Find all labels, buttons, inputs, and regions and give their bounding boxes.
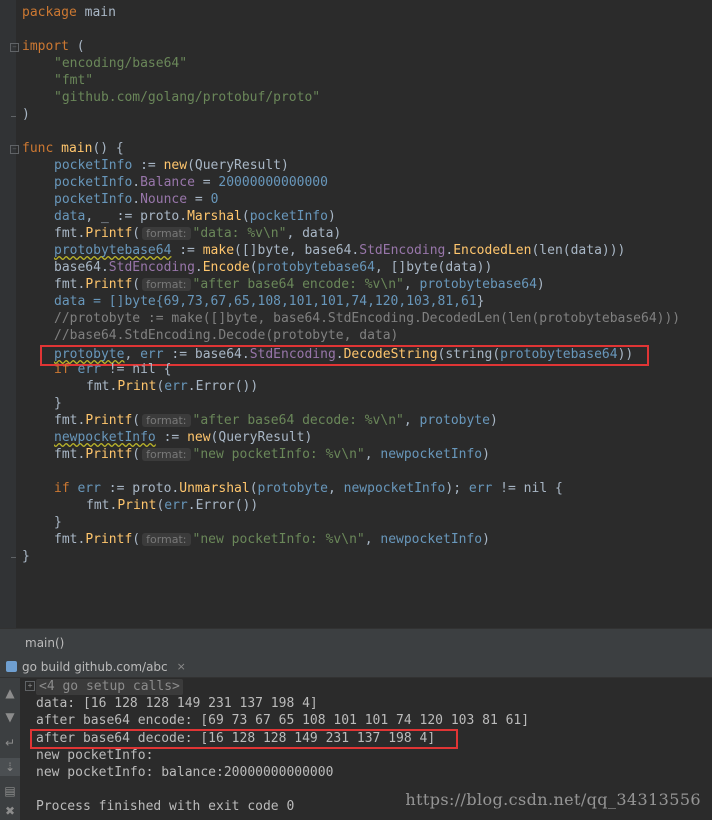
code-line: if err != nil {: [54, 362, 172, 377]
code-line: fmt.Printf(format: "data: %v\n", data): [54, 226, 342, 241]
watermark: https://blog.csdn.net/qq_34313556: [405, 790, 701, 809]
code-line: ): [22, 107, 30, 122]
go-run-icon: [6, 661, 17, 672]
parameter-hint: format:: [142, 278, 191, 291]
console-line: Process finished with exit code 0: [36, 799, 295, 814]
code-line: //protobyte := make([]byte, base64.StdEn…: [54, 311, 681, 326]
code-line: data, _ := proto.Marshal(pocketInfo): [54, 209, 336, 224]
parameter-hint: format:: [142, 448, 191, 461]
code-line: pocketInfo := new(QueryResult): [54, 158, 289, 173]
code-line: //base64.StdEncoding.Decode(protobyte, d…: [54, 328, 399, 343]
clear-icon[interactable]: ✖: [0, 802, 20, 820]
code-line: pocketInfo.Balance = 20000000000000: [54, 175, 328, 190]
code-line: package main: [22, 5, 116, 20]
run-tab[interactable]: go build github.com/abc ×: [0, 656, 192, 677]
expand-icon[interactable]: +: [25, 681, 35, 691]
code-line: import (: [22, 39, 85, 54]
code-line: }: [22, 549, 30, 564]
scroll-to-end-icon[interactable]: ⇣: [0, 758, 20, 776]
arrow-up-icon[interactable]: ▲: [0, 684, 20, 702]
code-line: fmt.Printf(format: "new pocketInfo: %v\n"…: [54, 532, 490, 547]
console-line: after base64 encode: [69 73 67 65 108 10…: [36, 713, 530, 728]
code-line: fmt.Printf(format: "new pocketInfo: %v\n"…: [54, 447, 490, 462]
parameter-hint: format:: [142, 227, 191, 240]
fold-marker-icon[interactable]: −: [10, 43, 19, 52]
code-line: "encoding/base64": [54, 56, 188, 71]
code-line: if err := proto.Unmarshal(protobyte, new…: [54, 481, 563, 496]
print-icon[interactable]: ▤: [0, 782, 20, 800]
code-line: }: [54, 396, 62, 411]
code-line: fmt.Print(err.Error()): [86, 379, 259, 394]
code-line: fmt.Printf(format: "after base64 decode: …: [54, 413, 498, 428]
fold-end-icon[interactable]: [11, 116, 16, 117]
arrow-down-icon[interactable]: ▼: [0, 708, 20, 726]
parameter-hint: format:: [142, 533, 191, 546]
breadcrumb-bar: main(): [0, 628, 712, 656]
parameter-hint: format:: [142, 414, 191, 427]
console-line: new pocketInfo:: [36, 748, 154, 763]
breadcrumb[interactable]: main(): [25, 636, 64, 650]
soft-wrap-icon[interactable]: ↵: [0, 734, 20, 752]
run-tab-label: go build github.com/abc: [22, 659, 168, 674]
code-line: pocketInfo.Nounce = 0: [54, 192, 219, 207]
code-line: base64.StdEncoding.Encode(protobytebase6…: [54, 260, 493, 275]
code-line: data = []byte{69,73,67,65,108,101,101,74…: [54, 294, 485, 309]
highlight-box-output: [30, 729, 458, 749]
code-line: }: [54, 515, 62, 530]
code-line: "fmt": [54, 73, 94, 88]
close-icon[interactable]: ×: [177, 660, 186, 673]
code-line: fmt.Print(err.Error()): [86, 498, 259, 513]
code-line: "github.com/golang/protobuf/proto": [54, 90, 321, 105]
run-panel-header: go build github.com/abc ×: [0, 656, 712, 678]
run-toolbar: ▲ ▼ ↵ ⇣ ▤ ✖: [0, 678, 20, 820]
code-line: func main() {: [22, 141, 124, 156]
code-line: protobytebase64 := make([]byte, base64.S…: [54, 243, 626, 258]
setup-calls-fold[interactable]: <4 go setup calls>: [36, 679, 183, 695]
console-line: data: [16 128 128 149 231 137 198 4]: [36, 696, 318, 711]
editor-gutter[interactable]: [0, 0, 16, 628]
fold-marker-icon[interactable]: −: [10, 145, 19, 154]
code-line: newpocketInfo := new(QueryResult): [54, 430, 313, 445]
code-line: fmt.Printf(format: "after base64 encode: …: [54, 277, 545, 292]
console-line: new pocketInfo: balance:20000000000000: [36, 765, 334, 780]
fold-end-icon[interactable]: [11, 557, 16, 558]
code-editor[interactable]: − − package main import ( "encoding/base…: [0, 0, 712, 628]
